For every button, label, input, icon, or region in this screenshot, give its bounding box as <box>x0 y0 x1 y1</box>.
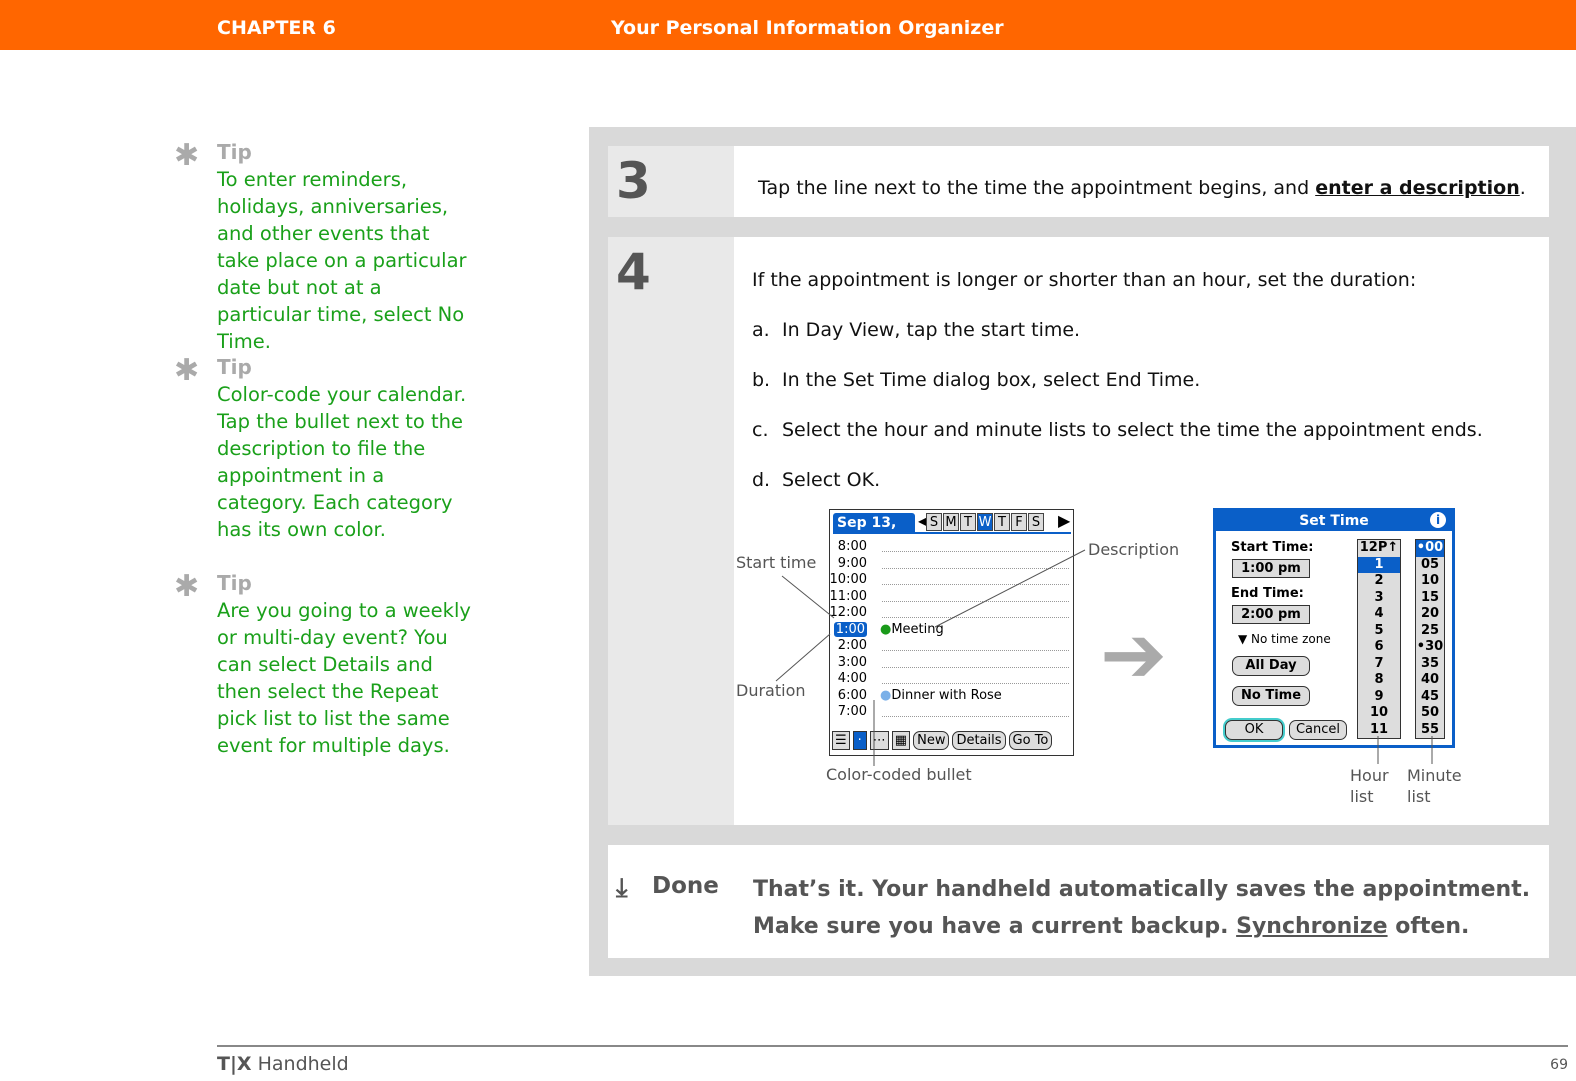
done-text-1: That’s it. Your handheld automatically s… <box>753 877 1531 902</box>
done-section: ⤓ Done That’s it. Your handheld automati… <box>608 845 1549 958</box>
done-text-3: often. <box>1387 914 1470 939</box>
done-label: Done <box>652 873 719 899</box>
synchronize-link[interactable]: Synchronize <box>1236 914 1387 939</box>
product-name-bold: T|X <box>217 1053 252 1075</box>
page-number: 69 <box>1550 1057 1568 1073</box>
down-arrow-icon: ⤓ <box>616 873 628 903</box>
done-text-2: Make sure you have a current backup. <box>753 914 1237 939</box>
footer: T|X Handheld 69 <box>217 1045 1568 1075</box>
product-name: Handheld <box>251 1053 349 1075</box>
